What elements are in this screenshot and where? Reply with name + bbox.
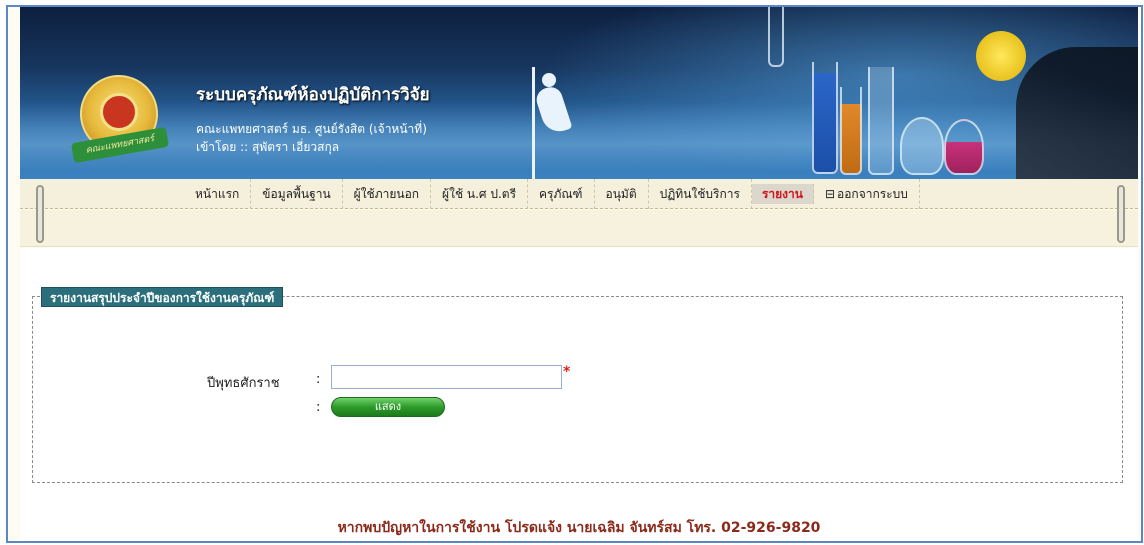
nav-items: หน้าแรก ข้อมูลพื้นฐาน ผู้ใช้ภายนอก ผู้ใช… xyxy=(184,179,920,209)
logged-in-user: เข้าโดย :: สุพัตรา เอี่ยวสกุล xyxy=(196,140,340,154)
yellow-sphere-graphic xyxy=(976,31,1026,81)
main-nav: หน้าแรก ข้อมูลพื้นฐาน ผู้ใช้ภายนอก ผู้ใช… xyxy=(20,179,1138,209)
nav-item-logout[interactable]: ⊟ ออกจากระบบ xyxy=(814,179,920,209)
nav-item-service-calendar[interactable]: ปฏิทินใช้บริการ xyxy=(649,179,752,209)
show-report-button[interactable]: แสดง xyxy=(331,397,445,417)
nav-item-approve[interactable]: อนุมัติ xyxy=(595,179,649,209)
page-frame: คณะแพทยศาสตร์ ระบบครุภัณฑ์ห้องปฏิบัติการ… xyxy=(6,5,1143,543)
gloved-hand-graphic xyxy=(1016,47,1138,179)
right-hanger-graphic xyxy=(1117,185,1125,243)
flask-graphic xyxy=(900,117,944,175)
support-contact-footer: หากพบปัญหาในการใช้งาน โปรดแจ้ง นายเฉลิม … xyxy=(337,520,821,536)
nav-item-external-users[interactable]: ผู้ใช้ภายนอก xyxy=(343,179,432,209)
app-title: ระบบครุภัณฑ์ห้องปฏิบัติการวิจัย xyxy=(196,85,430,105)
test-tube-graphic xyxy=(768,7,784,67)
nav-item-equipment[interactable]: ครุภัณฑ์ xyxy=(528,179,595,209)
nav-item-reports[interactable]: รายงาน xyxy=(751,184,814,204)
flask-pink-graphic xyxy=(944,119,984,175)
logout-icon: ⊟ xyxy=(824,187,836,201)
left-hanger-graphic xyxy=(36,185,44,243)
required-mark: * xyxy=(563,364,571,380)
year-label-colon: : xyxy=(316,372,321,387)
report-form-legend: รายงานสรุปประจำปีของการใช้งานครุภัณฑ์ xyxy=(41,287,284,307)
logo-emblem xyxy=(100,93,138,131)
cylinder-graphic xyxy=(868,67,894,175)
main-content: รายงานสรุปประจำปีของการใช้งานครุภัณฑ์ ปี… xyxy=(20,248,1138,541)
nav-item-undergrad-users[interactable]: ผู้ใช้ น.ศ ป.ตรี xyxy=(431,179,529,209)
report-form-fieldset xyxy=(32,296,1123,483)
nav-item-home[interactable]: หน้าแรก xyxy=(184,179,252,209)
year-input[interactable] xyxy=(331,365,562,389)
submit-colon: : xyxy=(316,400,321,415)
beaker-blue-graphic xyxy=(812,62,838,174)
nav-item-basic-data[interactable]: ข้อมูลพื้นฐาน xyxy=(251,179,343,209)
banner-figure-head xyxy=(542,73,556,87)
year-label: ปีพุทธศักราช xyxy=(207,376,280,391)
banner-pole-graphic xyxy=(532,67,535,179)
header-banner: คณะแพทยศาสตร์ ระบบครุภัณฑ์ห้องปฏิบัติการ… xyxy=(20,7,1138,179)
nav-shelf-band xyxy=(20,210,1138,247)
beaker-orange-graphic xyxy=(840,87,862,175)
nav-item-logout-label: ออกจากระบบ xyxy=(837,187,908,201)
app-subtitle: คณะแพทยศาสตร์ มธ. ศูนย์รังสิต (เจ้าหน้าท… xyxy=(196,122,427,136)
